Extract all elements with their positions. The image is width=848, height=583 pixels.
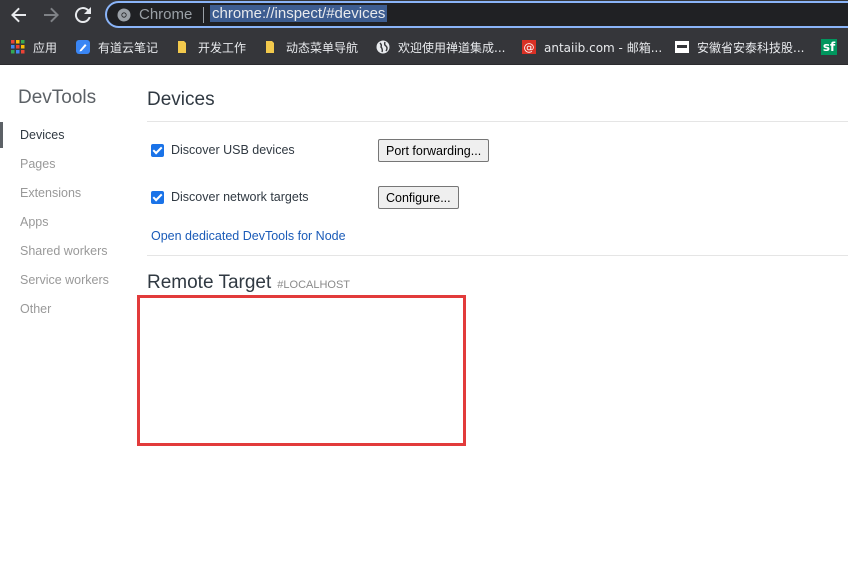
bookmark-label: 有道云笔记 <box>98 40 159 55</box>
arrow-right-icon <box>44 7 59 23</box>
sidebar-item-pages[interactable]: Pages <box>20 157 55 171</box>
sidebar-item-service-workers[interactable]: Service workers <box>20 273 109 287</box>
bookmarks-bar: 应用 有道云笔记 开发工作 动态菜单导航 欢迎使用禅道集成... @ antai… <box>0 30 848 65</box>
omnibox-separator <box>203 7 204 23</box>
remote-target-subtitle: #LOCALHOST <box>277 279 351 291</box>
bookmark-label: 欢迎使用禅道集成... <box>398 40 506 55</box>
company-logo-icon <box>675 41 689 53</box>
bookmark-sf[interactable]: sf <box>821 38 837 56</box>
chrome-icon <box>117 8 131 22</box>
folder-icon <box>266 41 274 53</box>
forward-button[interactable] <box>39 3 63 27</box>
usb-discovery-row: Discover USB devices <box>151 143 295 157</box>
annotation-highlight-box <box>137 295 466 446</box>
youdao-note-icon <box>76 40 90 54</box>
sidebar-item-shared-workers[interactable]: Shared workers <box>20 244 108 258</box>
omnibox-chrome-label: Chrome <box>139 6 193 23</box>
sidebar-item-devices[interactable]: Devices <box>20 128 64 142</box>
browser-toolbar: Chrome chrome://inspect/#devices <box>0 0 848 30</box>
bookmark-mail[interactable]: @ antaiib.com - 邮箱... <box>522 38 662 56</box>
inspect-page: DevTools Devices Pages Extensions Apps S… <box>0 65 848 583</box>
apps-grid-icon <box>11 40 25 54</box>
bookmark-apps[interactable]: 应用 <box>11 38 57 56</box>
folder-icon <box>178 41 186 53</box>
bookmark-label: 开发工作 <box>198 40 247 55</box>
remote-target-header: Remote Target #LOCALHOST <box>147 272 350 294</box>
sidebar-item-apps[interactable]: Apps <box>20 215 49 229</box>
divider <box>147 121 848 122</box>
bookmark-label: 动态菜单导航 <box>286 40 359 55</box>
discover-network-label: Discover network targets <box>171 190 309 204</box>
arrow-left-icon <box>11 7 26 23</box>
page-title: Devices <box>147 89 215 110</box>
sf-logo-icon: sf <box>821 39 837 55</box>
sidebar-item-other[interactable]: Other <box>20 302 51 316</box>
bookmark-label: 应用 <box>33 40 58 55</box>
sidebar-active-indicator <box>0 122 3 148</box>
bookmark-youdao-note[interactable]: 有道云笔记 <box>76 38 158 56</box>
app-title: DevTools <box>18 87 97 108</box>
bookmark-company[interactable]: 安徽省安泰科技股... <box>675 38 804 56</box>
address-bar[interactable]: Chrome chrome://inspect/#devices <box>105 1 848 28</box>
port-forwarding-button[interactable]: Port forwarding... <box>378 139 490 162</box>
bookmark-folder-dev[interactable]: 开发工作 <box>176 38 246 56</box>
back-button[interactable] <box>7 3 31 27</box>
reload-icon <box>74 7 91 24</box>
bookmark-label: antaiib.com - 邮箱... <box>544 40 663 55</box>
open-node-devtools-link[interactable]: Open dedicated DevTools for Node <box>151 229 346 243</box>
configure-button[interactable]: Configure... <box>378 186 459 209</box>
remote-target-title: Remote Target <box>147 272 272 293</box>
bookmark-zentao[interactable]: 欢迎使用禅道集成... <box>376 38 505 56</box>
bookmark-label: 安徽省安泰科技股... <box>697 40 805 55</box>
svg-text:@: @ <box>524 41 535 54</box>
url-text[interactable]: chrome://inspect/#devices <box>210 5 388 22</box>
network-discovery-row: Discover network targets <box>151 190 309 204</box>
discover-usb-checkbox[interactable] <box>151 143 164 157</box>
sidebar-item-extensions[interactable]: Extensions <box>20 186 81 200</box>
globe-icon <box>376 40 390 54</box>
bookmark-folder-menu[interactable]: 动态菜单导航 <box>264 38 358 56</box>
reload-button[interactable] <box>71 3 95 27</box>
discover-usb-label: Discover USB devices <box>171 143 295 157</box>
divider <box>147 255 848 256</box>
discover-network-checkbox[interactable] <box>151 190 164 204</box>
mail-at-icon: @ <box>522 40 536 54</box>
